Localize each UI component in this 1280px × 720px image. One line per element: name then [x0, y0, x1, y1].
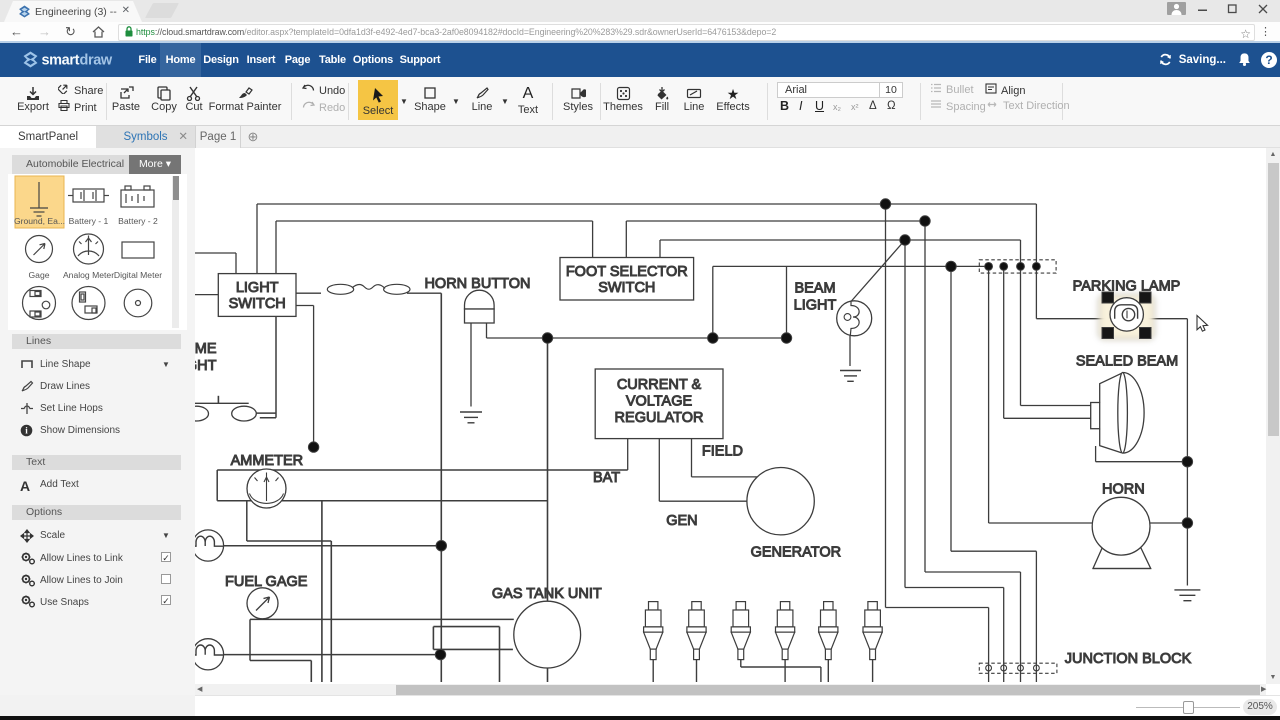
svg-text:SEALED BEAM: SEALED BEAM — [1076, 354, 1178, 370]
svg-text:smart: smart — [42, 53, 80, 69]
svg-text:JUNCTION BLOCK: JUNCTION BLOCK — [1065, 651, 1192, 667]
svg-text:HORN BUTTON: HORN BUTTON — [424, 276, 530, 292]
svg-text:BAT: BAT — [593, 470, 620, 486]
svg-text:SWITCH: SWITCH — [229, 296, 286, 312]
svg-text:REGULATOR: REGULATOR — [615, 410, 704, 426]
svg-text:GEN: GEN — [666, 513, 697, 529]
svg-text:HORN: HORN — [1102, 482, 1145, 498]
svg-text:GENERATOR: GENERATOR — [751, 545, 842, 561]
svg-text:ME: ME — [195, 341, 217, 357]
svg-text:VOLTAGE: VOLTAGE — [626, 393, 693, 409]
svg-text:Battery - 1: Battery - 1 — [69, 216, 109, 226]
svg-text:Digital Meter: Digital Meter — [114, 270, 162, 280]
svg-text:Ground, Ea...: Ground, Ea... — [14, 216, 65, 226]
svg-text:draw: draw — [80, 53, 113, 69]
svg-text:AMMETER: AMMETER — [231, 453, 304, 469]
svg-text:LIGHT: LIGHT — [794, 298, 837, 314]
svg-text:GHT: GHT — [195, 358, 217, 374]
svg-text:Battery - 2: Battery - 2 — [118, 216, 158, 226]
svg-text:CURRENT &: CURRENT & — [617, 377, 702, 393]
svg-text:Gage: Gage — [28, 270, 49, 280]
svg-text:SWITCH: SWITCH — [598, 280, 655, 296]
svg-text:BEAM: BEAM — [794, 281, 835, 297]
svg-text:FOOT SELECTOR: FOOT SELECTOR — [566, 264, 688, 280]
svg-text:FIELD: FIELD — [702, 444, 743, 460]
svg-text:PARKING LAMP: PARKING LAMP — [1073, 279, 1181, 295]
svg-text:Analog Meter: Analog Meter — [63, 270, 114, 280]
svg-text:FUEL GAGE: FUEL GAGE — [225, 574, 308, 590]
svg-text:LIGHT: LIGHT — [236, 280, 279, 296]
svg-text:GAS TANK UNIT: GAS TANK UNIT — [492, 586, 602, 602]
